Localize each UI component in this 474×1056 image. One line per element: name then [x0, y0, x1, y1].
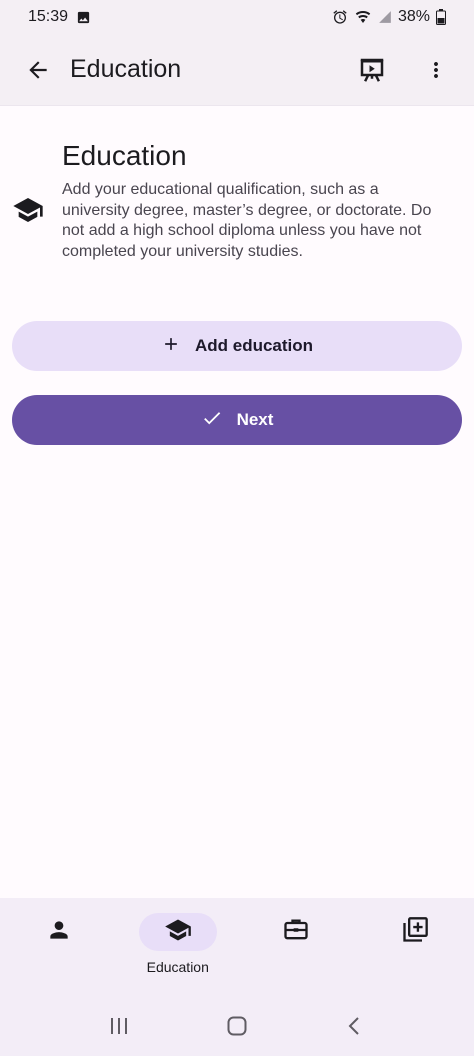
battery-percent: 38% [397, 8, 430, 25]
plus-icon [161, 334, 181, 359]
nav-item-education[interactable]: Education [119, 898, 238, 996]
school-icon [164, 916, 192, 949]
nav-item-work[interactable] [237, 898, 356, 996]
gallery-notification-icon [76, 10, 91, 25]
nav-item-more[interactable] [356, 898, 474, 996]
add-education-label: Add education [194, 336, 314, 355]
check-icon [201, 407, 223, 434]
top-app-bar: Education [0, 34, 474, 106]
next-button[interactable]: Next [12, 395, 462, 445]
nav-item-profile[interactable] [0, 898, 119, 996]
work-icon [282, 916, 310, 949]
system-back-icon[interactable] [331, 1002, 379, 1050]
add-education-button[interactable]: Add education [12, 321, 462, 371]
section-description: Add your educational qualification, such… [62, 181, 432, 260]
battery-icon [436, 9, 446, 25]
recent-apps-icon[interactable] [95, 1002, 143, 1050]
school-icon [12, 194, 44, 226]
nav-label-education: Education [146, 959, 209, 975]
alarm-icon [332, 9, 348, 25]
bottom-navigation: Education [0, 898, 474, 996]
presentation-icon[interactable] [348, 46, 396, 94]
wifi-icon [354, 9, 372, 25]
status-time: 15:39 [28, 8, 69, 25]
library-add-icon [401, 916, 429, 949]
main-content: Education Add your educational qualifica… [0, 106, 474, 445]
signal-icon [378, 10, 392, 24]
more-vert-icon[interactable] [412, 46, 460, 94]
arrow-back-icon[interactable] [14, 46, 62, 94]
education-intro: Education Add your educational qualifica… [0, 106, 474, 316]
status-bar: 15:39 38% [0, 0, 474, 34]
home-icon[interactable] [213, 1002, 261, 1050]
next-label: Next [236, 410, 274, 429]
section-title: Education [62, 140, 187, 171]
screen: 15:39 38% Education Education Add your e… [0, 0, 474, 1056]
page-title: Education [70, 55, 182, 83]
person-icon [46, 917, 72, 948]
system-navigation-bar [0, 996, 474, 1056]
